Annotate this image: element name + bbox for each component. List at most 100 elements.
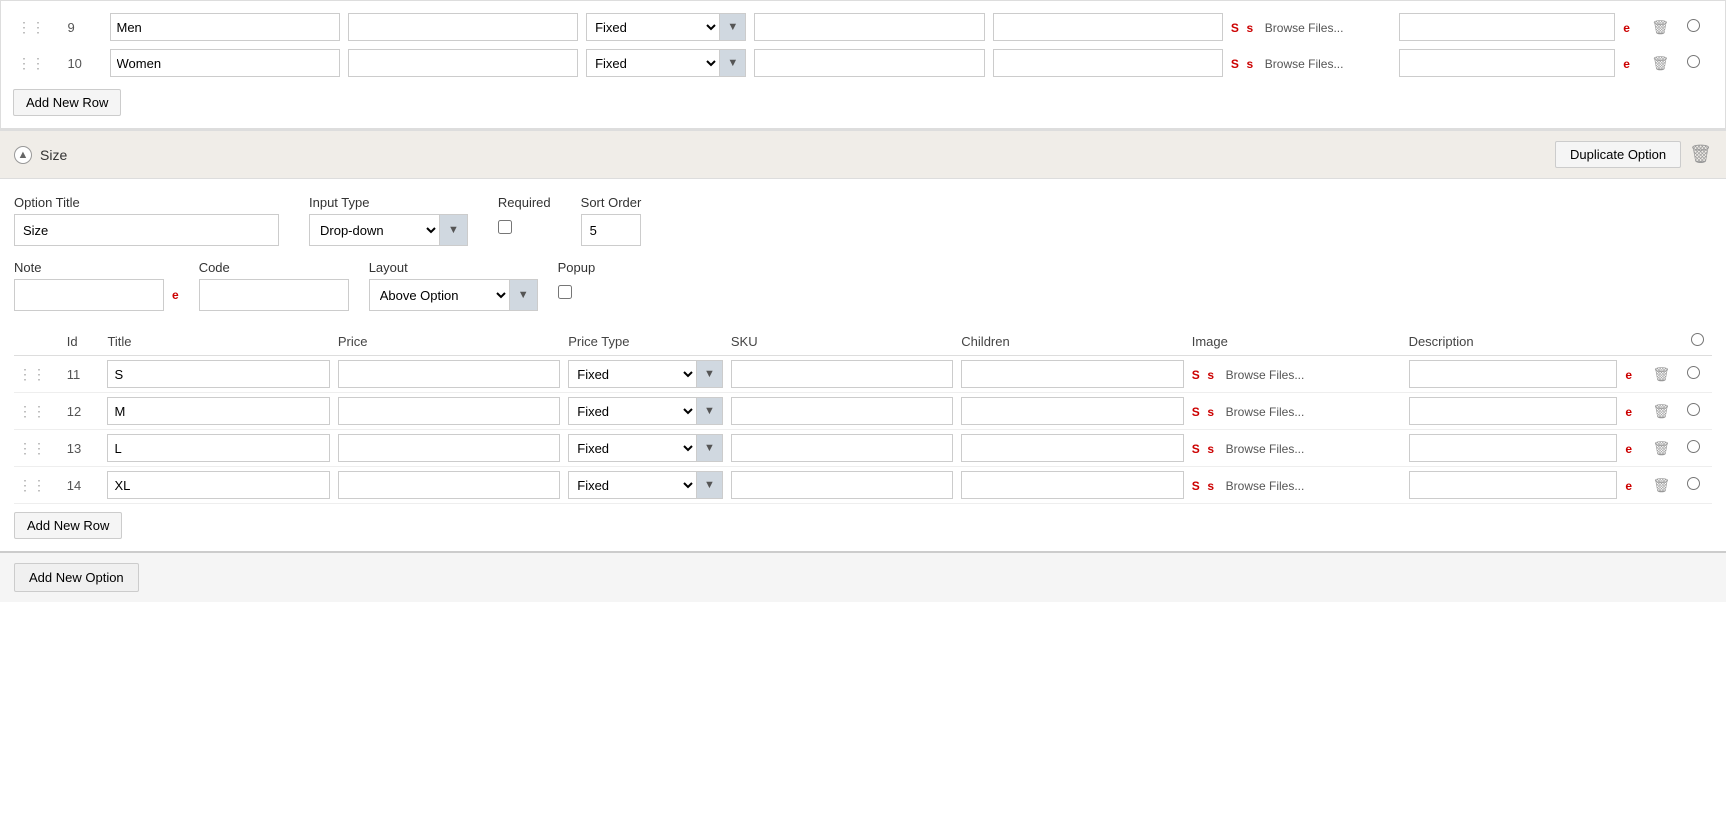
s-small-link[interactable]: s [1207,405,1214,419]
children-input[interactable] [961,434,1183,462]
price-input[interactable] [338,360,560,388]
sku-input[interactable] [754,13,984,41]
e-link[interactable]: e [1623,21,1630,35]
browse-files-btn[interactable]: Browse Files... [1265,21,1344,35]
sku-input[interactable] [731,397,953,425]
price-type-select[interactable]: Fixed [568,471,696,499]
price-type-selector[interactable]: Fixed ▼ [568,397,723,425]
drag-handle-icon[interactable]: ⋮⋮ [17,19,45,35]
delete-icon[interactable]: 🗑 [1653,440,1671,456]
price-type-select[interactable]: Fixed [586,13,719,41]
price-input[interactable] [338,397,560,425]
children-input[interactable] [961,397,1183,425]
s-small-link[interactable]: s [1207,368,1214,382]
e-link[interactable]: e [1623,57,1630,71]
note-input[interactable] [14,279,164,311]
browse-files-btn[interactable]: Browse Files... [1265,57,1344,71]
children-input[interactable] [993,13,1223,41]
input-type-select[interactable]: Drop-down [309,214,439,246]
sku-input[interactable] [731,360,953,388]
title-input[interactable] [107,434,329,462]
price-input[interactable] [338,434,560,462]
layout-dropdown-btn[interactable]: ▼ [509,279,538,311]
row-radio[interactable] [1687,19,1700,32]
price-type-selector[interactable]: Fixed ▼ [568,471,723,499]
drag-handle-icon[interactable]: ⋮⋮ [18,403,46,419]
row-radio[interactable] [1687,55,1700,68]
sku-input[interactable] [754,49,984,77]
popup-checkbox[interactable] [558,285,572,299]
delete-icon[interactable]: 🗑 [1653,366,1671,382]
option-title-input[interactable] [14,214,279,246]
duplicate-option-button[interactable]: Duplicate Option [1555,141,1681,168]
description-input[interactable] [1409,434,1618,462]
code-input[interactable] [199,279,349,311]
sku-input[interactable] [731,471,953,499]
delete-icon[interactable]: 🗑 [1651,19,1669,35]
price-type-dropdown-btn[interactable]: ▼ [696,397,723,425]
description-input[interactable] [1409,397,1618,425]
browse-files-btn[interactable]: Browse Files... [1226,479,1305,493]
browse-files-btn[interactable]: Browse Files... [1226,405,1305,419]
title-input[interactable] [107,397,329,425]
row-radio[interactable] [1687,403,1700,416]
price-type-dropdown-btn[interactable]: ▼ [719,49,746,77]
children-input[interactable] [961,471,1183,499]
price-type-dropdown-btn[interactable]: ▼ [696,471,723,499]
children-input[interactable] [993,49,1223,77]
description-input[interactable] [1399,13,1615,41]
s-large-link[interactable]: S [1192,442,1200,456]
e-link[interactable]: e [1625,442,1632,456]
s-small-link[interactable]: s [1246,21,1253,35]
price-type-select[interactable]: Fixed [568,434,696,462]
browse-files-btn[interactable]: Browse Files... [1226,442,1305,456]
description-input[interactable] [1409,471,1618,499]
delete-icon[interactable]: 🗑 [1653,477,1671,493]
s-small-link[interactable]: s [1207,479,1214,493]
size-add-new-row-button[interactable]: Add New Row [14,512,122,539]
e-link[interactable]: e [1625,368,1632,382]
sort-order-input[interactable] [581,214,641,246]
s-large-link[interactable]: S [1231,21,1239,35]
title-input[interactable] [107,471,329,499]
layout-select[interactable]: Above Option [369,279,509,311]
e-link[interactable]: e [1625,405,1632,419]
title-input[interactable] [107,360,329,388]
delete-icon[interactable]: 🗑 [1651,55,1669,71]
s-large-link[interactable]: S [1192,405,1200,419]
row-radio[interactable] [1687,366,1700,379]
row-radio[interactable] [1687,477,1700,490]
description-input[interactable] [1399,49,1615,77]
delete-icon[interactable]: 🗑 [1653,403,1671,419]
s-large-link[interactable]: S [1192,368,1200,382]
browse-files-btn[interactable]: Browse Files... [1226,368,1305,382]
drag-handle-icon[interactable]: ⋮⋮ [17,55,45,71]
add-new-row-button[interactable]: Add New Row [13,89,121,116]
input-type-dropdown-btn[interactable]: ▼ [439,214,468,246]
e-link[interactable]: e [1625,479,1632,493]
s-small-link[interactable]: s [1207,442,1214,456]
price-type-selector[interactable]: Fixed ▼ [568,434,723,462]
price-type-select[interactable]: Fixed [586,49,719,77]
price-type-dropdown-btn[interactable]: ▼ [719,13,746,41]
price-type-select[interactable]: Fixed [568,397,696,425]
header-radio[interactable] [1691,333,1704,346]
row-radio[interactable] [1687,440,1700,453]
price-type-dropdown-btn[interactable]: ▼ [696,434,723,462]
sku-input[interactable] [731,434,953,462]
s-small-link[interactable]: s [1246,57,1253,71]
title-input[interactable] [110,49,340,77]
price-input[interactable] [338,471,560,499]
note-e-link[interactable]: e [172,288,179,302]
price-input[interactable] [348,13,578,41]
layout-selector[interactable]: Above Option ▼ [369,279,538,311]
price-type-dropdown-btn[interactable]: ▼ [696,360,723,388]
price-input[interactable] [348,49,578,77]
children-input[interactable] [961,360,1183,388]
price-type-selector[interactable]: Fixed ▼ [586,13,746,41]
drag-handle-icon[interactable]: ⋮⋮ [18,477,46,493]
price-type-selector[interactable]: Fixed ▼ [586,49,746,77]
section-delete-icon[interactable]: 🗑 [1689,144,1712,165]
s-large-link[interactable]: S [1192,479,1200,493]
add-new-option-button[interactable]: Add New Option [14,563,139,592]
